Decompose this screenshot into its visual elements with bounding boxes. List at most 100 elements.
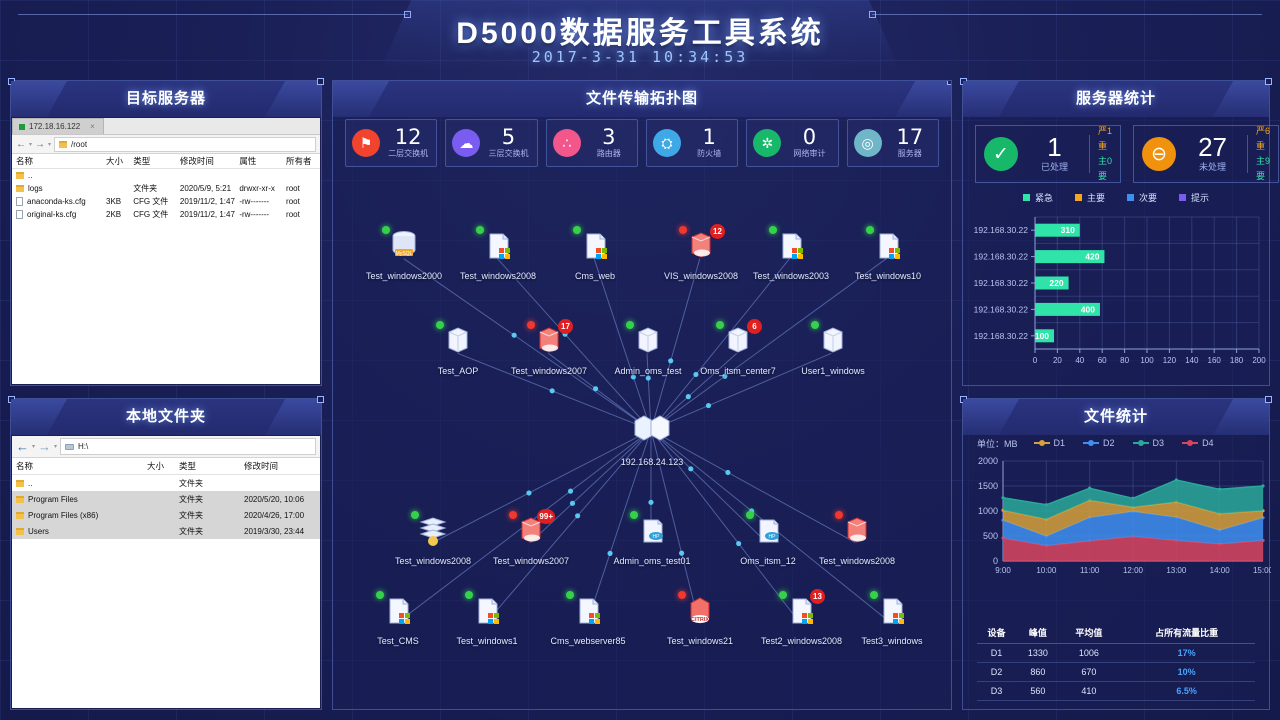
topology-node[interactable]: Test_windows2008 [458,229,538,281]
address-input[interactable]: /root [54,137,316,152]
stat-card-路由器[interactable]: ∴ 3 路由器 [546,119,638,167]
stat-card-三层交换机[interactable]: ☁ 5 三层交换机 [445,119,537,167]
node-alarm-badge[interactable]: 99+ [537,509,555,524]
node-icon[interactable] [467,594,507,634]
topology-node[interactable]: CITRIX Test_windows21 [660,594,740,646]
stat-card-value: 0 [787,128,831,147]
topology-node[interactable]: Test_CMS [358,594,438,646]
forward-dropdown-icon[interactable]: ▾ [48,141,51,148]
stat-card-二层交换机[interactable]: ⚑ 12 二层交换机 [345,119,437,167]
node-icon[interactable] [628,324,668,364]
table-row[interactable]: Program Files 文件夹 2020/5/20, 10:06 [12,491,320,507]
topology-node[interactable]: Test_windows1 [447,594,527,646]
column-header-type[interactable]: 类型 [133,155,180,167]
topology-center-node[interactable]: 192.168.24.123 [612,409,692,467]
topology-node[interactable]: Test_AOP [418,324,498,376]
table-row[interactable]: Program Files (x86) 文件夹 2020/4/26, 17:00 [12,507,320,523]
forward-icon[interactable]: → [35,139,45,150]
topology-node[interactable]: 6 Oms_itsm_center7 [698,324,778,376]
node-alarm-badge[interactable]: 17 [558,319,573,334]
node-icon[interactable] [413,514,453,554]
node-icon[interactable]: 99+ [511,514,551,554]
forward-dropdown-icon[interactable]: ▾ [54,443,57,450]
column-header-size[interactable]: 大小 [106,155,133,167]
node-icon[interactable] [872,594,912,634]
node-icon[interactable]: CITRIX [680,594,720,634]
node-icon[interactable]: HP [748,514,788,554]
node-icon[interactable]: 17 [529,324,569,364]
topology-node[interactable]: Test_windows2003 [751,229,831,281]
node-icon[interactable] [575,229,615,269]
topology-canvas[interactable]: MySQL Test_windows2000 Test_windows2008 Cms… [333,173,951,709]
local-address-input[interactable]: H:\ [60,438,316,455]
back-dropdown-icon[interactable]: ▾ [29,141,32,148]
table-row[interactable]: Users 文件夹 2019/3/30, 23:44 [12,523,320,539]
forward-icon[interactable]: → [38,439,51,454]
target-server-file-list[interactable]: .. logs 文件夹 2020/5/9, 5:21 drwxr-xr-x root ana… [12,169,320,221]
node-icon[interactable] [868,229,908,269]
node-icon[interactable]: MySQL [384,229,424,269]
target-server-explorer[interactable]: 172.18.16.122 × ← ▾ → ▾ /root 名称 大小 类型 修… [12,118,320,384]
node-icon[interactable]: HP [632,514,672,554]
center-node-icon[interactable] [629,409,675,455]
topology-node[interactable]: HP Admin_oms_test01 [612,514,692,566]
topology-node[interactable]: Cms_webserver85 [548,594,628,646]
svg-text:500: 500 [983,531,998,541]
topology-node[interactable]: HP Oms_itsm_12 [728,514,808,566]
explorer-tab-connection[interactable]: 172.18.16.122 × [12,118,104,134]
column-header-name[interactable]: 名称 [12,460,147,472]
topology-node[interactable]: Test_windows2008 [817,514,897,566]
node-alarm-badge[interactable]: 12 [710,224,725,239]
unhandled-box[interactable]: ⊖ 27 未处理 严重 6 主要 9 [1133,125,1279,183]
node-alarm-badge[interactable]: 13 [810,589,825,604]
back-icon[interactable]: ← [16,139,26,150]
column-header-mtime[interactable]: 修改时间 [244,460,314,472]
node-icon[interactable] [438,324,478,364]
node-icon[interactable]: 6 [718,324,758,364]
drive-icon [65,444,74,450]
column-header-type[interactable]: 类型 [179,460,244,472]
node-icon[interactable]: 13 [781,594,821,634]
node-icon[interactable] [478,229,518,269]
handled-box[interactable]: ✓ 1 已处理 严重 1 主要 0 [975,125,1121,183]
topology-node[interactable]: Test_windows10 [848,229,928,281]
topology-node[interactable]: Cms_web [555,229,635,281]
table-row[interactable]: anaconda-ks.cfg 3KB CFG 文件 2019/11/2, 1:47-… [12,195,320,208]
node-icon[interactable]: 12 [681,229,721,269]
node-icon[interactable] [813,324,853,364]
node-icon[interactable] [568,594,608,634]
table-row[interactable]: .. 文件夹 [12,475,320,491]
cell-name: original-ks.cfg [12,210,106,219]
unhandled-major-label: 主要 [1256,154,1265,184]
topology-node[interactable]: Test_windows2008 [393,514,473,566]
stat-card-防火墙[interactable]: ⛭ 1 防火墙 [646,119,738,167]
column-header-attr[interactable]: 属性 [239,155,286,167]
column-header-name[interactable]: 名称 [12,155,106,167]
back-icon[interactable]: ← [16,439,29,454]
topology-node[interactable]: Test3_windows [852,594,932,646]
local-folder-file-list[interactable]: .. 文件夹 Program Files 文件夹 2020/5/20, 10:06 Pro… [12,475,320,539]
node-icon[interactable] [771,229,811,269]
topology-node[interactable]: User1_windows [793,324,873,376]
local-folder-explorer[interactable]: ← ▾ → ▾ H:\ 名称 大小 类型 修改时间 .. 文件夹 Program F… [12,436,320,708]
node-icon[interactable] [378,594,418,634]
topology-node[interactable]: 17 Test_windows2007 [509,324,589,376]
close-icon[interactable]: × [90,122,95,131]
back-dropdown-icon[interactable]: ▾ [32,443,35,450]
column-header-mtime[interactable]: 修改时间 [180,155,239,167]
table-row[interactable]: .. [12,169,320,182]
legend-swatch [1127,194,1134,201]
table-row[interactable]: original-ks.cfg 2KB CFG 文件 2019/11/2, 1:47-… [12,208,320,221]
table-row[interactable]: logs 文件夹 2020/5/9, 5:21 drwxr-xr-x root [12,182,320,195]
node-icon[interactable] [837,514,877,554]
stat-card-网络审计[interactable]: ✲ 0 网络审计 [746,119,838,167]
node-alarm-badge[interactable]: 6 [747,319,762,334]
column-header-owner[interactable]: 所有者 [286,155,320,167]
topology-node[interactable]: MySQL Test_windows2000 [364,229,444,281]
topology-node[interactable]: 13 Test2_windows2008 [761,594,841,646]
topology-node[interactable]: 99+ Test_windows2007 [491,514,571,566]
topology-node[interactable]: 12 VIS_windows2008 [661,229,741,281]
stat-card-服务器[interactable]: ◎ 17 服务器 [847,119,939,167]
column-header-size[interactable]: 大小 [147,460,179,472]
topology-node[interactable]: Admin_oms_test [608,324,688,376]
